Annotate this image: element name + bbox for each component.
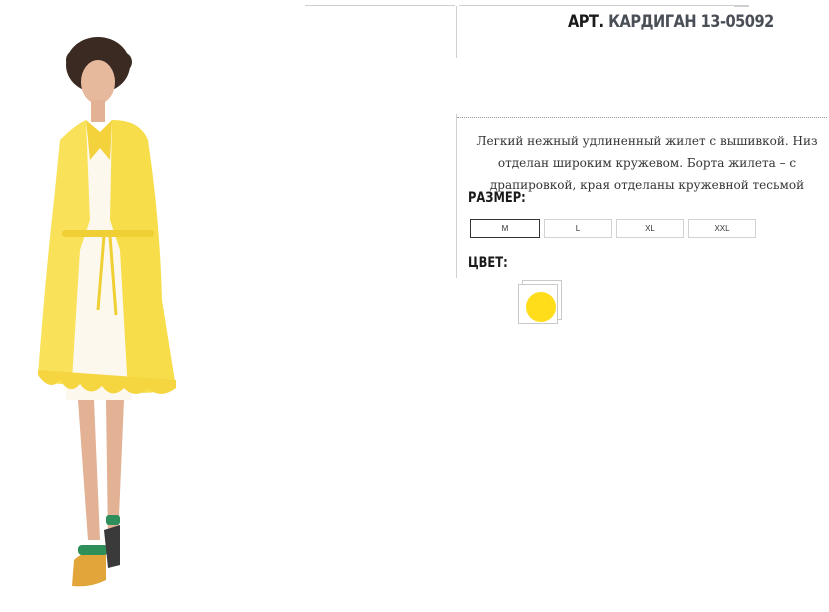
top-divider-left [305,5,455,6]
size-option-m[interactable]: M [470,219,540,238]
top-divider-right [459,5,749,6]
dotted-separator [457,117,827,118]
swatch-color-dot [526,292,556,322]
size-label: РАЗМЕР: [468,190,526,206]
title-prefix: АРТ. [568,12,604,32]
column-divider-top [456,6,457,58]
size-options: M L XL XXL [470,219,756,238]
title-name: КАРДИГАН 13-05092 [608,12,774,32]
color-label: ЦВЕТ: [468,255,508,271]
column-divider [456,114,457,278]
size-option-xl[interactable]: XL [616,219,684,238]
color-swatch-yellow[interactable] [518,280,562,324]
swatch-frame-front [518,284,558,324]
product-photo[interactable] [20,20,200,610]
size-option-xxl[interactable]: XXL [688,219,756,238]
product-description: Легкий нежный удлиненный жилет с вышивко… [476,134,818,192]
top-divider-notch [734,0,749,7]
product-title: АРТ. КАРДИГАН 13-05092 [568,12,774,32]
size-option-l[interactable]: L [544,219,612,238]
